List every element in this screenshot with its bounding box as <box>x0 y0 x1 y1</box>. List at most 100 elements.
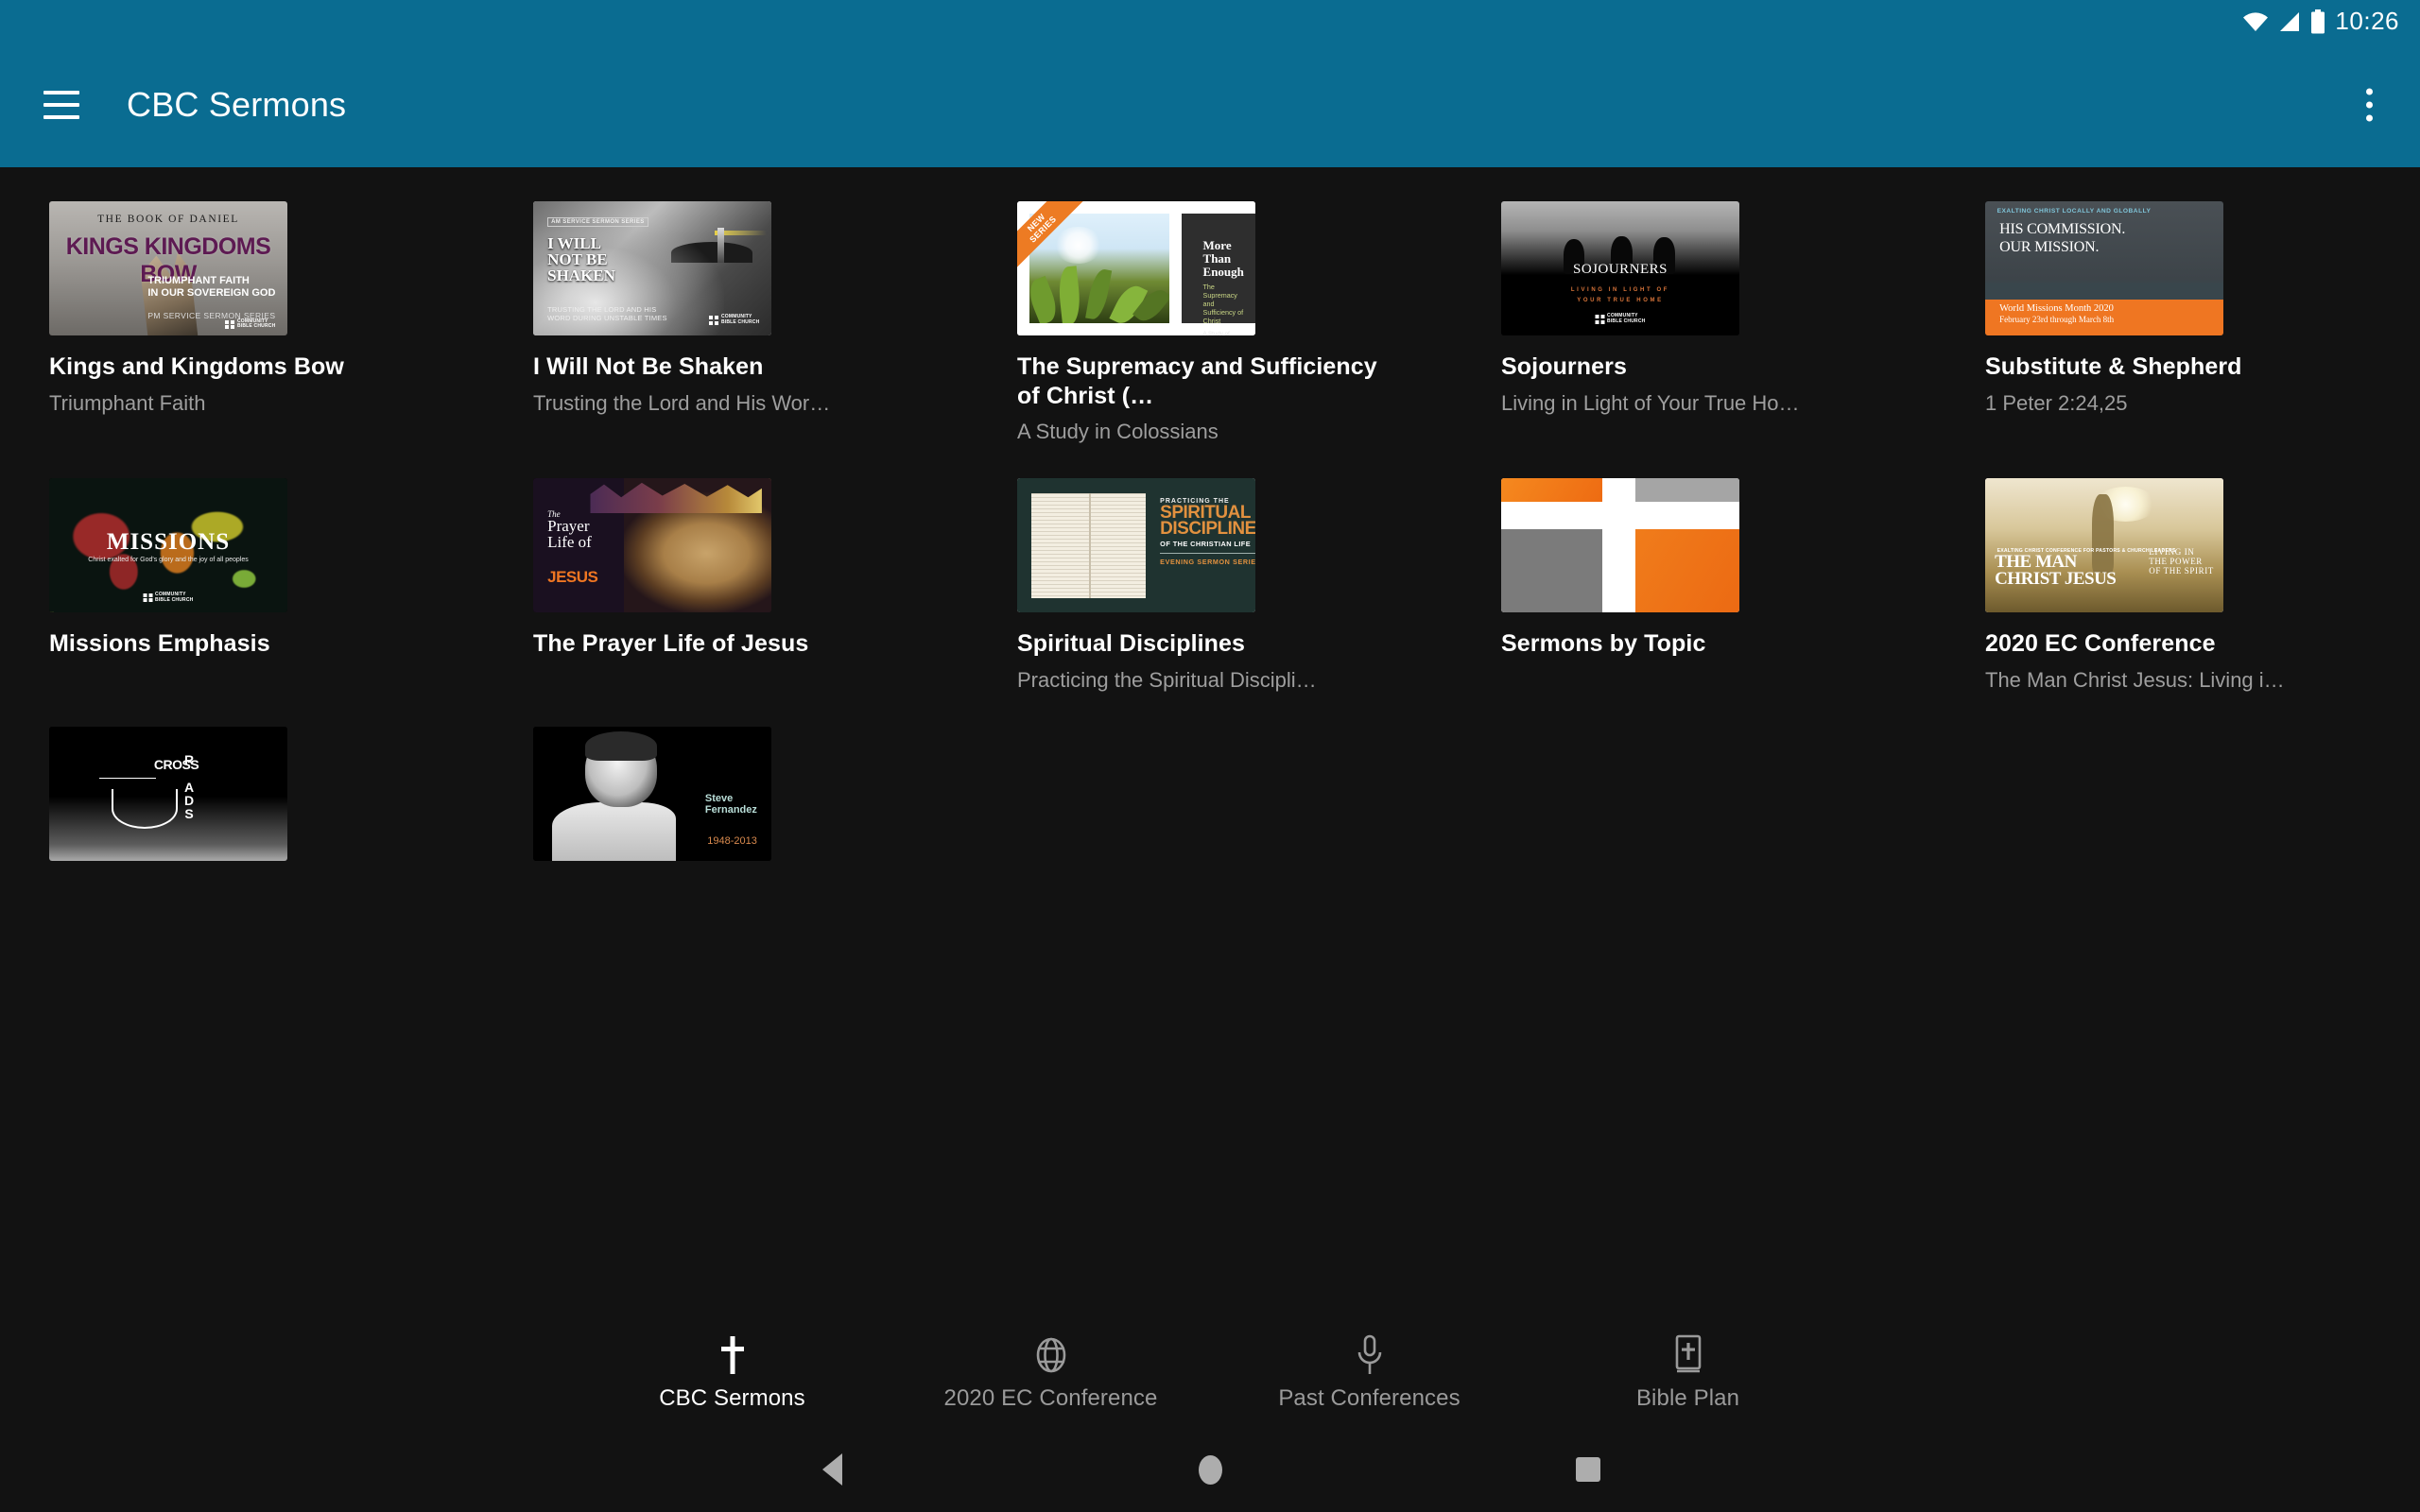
cross-icon <box>717 1333 749 1377</box>
series-card[interactable]: Steve Fernandez 1948-2013 <box>484 727 968 878</box>
series-subtitle: The Man Christ Jesus: Living i… <box>1985 667 2285 692</box>
cbc-logo-icon: COMMUNITY BIBLE CHURCH <box>1595 313 1646 325</box>
series-thumbnail: PRACTICING THE SPIRITUAL DISCIPLINES OF … <box>1017 478 1255 613</box>
page-title: CBC Sermons <box>127 85 347 124</box>
tab-label: CBC Sermons <box>659 1385 805 1411</box>
series-title: Sermons by Topic <box>1501 630 1706 658</box>
crossroads-wordmark-icon: CROSS R ADS <box>153 752 199 822</box>
wifi-icon <box>2242 11 2269 32</box>
series-thumbnail: AM SERVICE SERMON SERIES I WILL NOT BE SHA… <box>533 201 771 335</box>
series-title: Missions Emphasis <box>49 630 270 658</box>
tab-label: Bible Plan <box>1635 1385 1740 1411</box>
series-card[interactable]: EXALTING CHRIST LOCALLY AND GLOBALLY HIS… <box>1936 201 2420 444</box>
series-thumbnail <box>1501 478 1739 613</box>
series-card[interactable]: SOJOURNERS LIVING IN LIGHT OF YOUR TRUE H… <box>1452 201 1936 444</box>
thumb-headline-2: DISCIPLINES <box>1160 519 1255 540</box>
series-title: The Prayer Life of Jesus <box>533 630 809 658</box>
tab-label: Past Conferences <box>1278 1385 1461 1411</box>
back-icon[interactable] <box>799 1436 865 1503</box>
thumb-subline: The Supremacy and Sufficiency of Christ <box>1202 283 1244 326</box>
series-card[interactable]: EXALTING CHRIST CONFERENCE FOR PASTORS &… <box>1936 478 2420 693</box>
series-thumbnail: EXALTING CHRIST LOCALLY AND GLOBALLY HIS… <box>1985 201 2223 335</box>
thumb-tertiary: A Study of Colossians <box>1202 331 1230 335</box>
thumb-band: World Missions Month 2020 February 23rd … <box>1985 299 2223 335</box>
series-thumbnail: Steve Fernandez 1948-2013 <box>533 727 771 862</box>
series-subtitle: Triumphant Faith <box>49 390 206 415</box>
tfc-mark-icon <box>98 778 179 830</box>
thumb-line-1: OF THE CHRISTIAN LIFE <box>1160 540 1252 549</box>
thumb-headline: HIS COMMISSION. OUR MISSION. <box>1999 221 2126 256</box>
thumb-subline: TRUSTING THE LORD AND HIS WORD DURING UNS… <box>547 304 667 323</box>
series-card[interactable]: The Prayer Life of JESUS The Prayer Life … <box>484 478 968 693</box>
thumb-headline: THE MAN CHRIST JESUS <box>1995 551 2117 590</box>
series-title: Kings and Kingdoms Bow <box>49 353 344 380</box>
app-bar: CBC Sermons <box>0 43 2420 167</box>
series-thumbnail: EXALTING CHRIST CONFERENCE FOR PASTORS &… <box>1985 478 2223 613</box>
series-card[interactable]: PRACTICING THE SPIRITUAL DISCIPLINES OF … <box>968 478 1452 693</box>
thumb-tag: AM SERVICE SERMON SERIES <box>547 217 648 228</box>
thumb-line-3: JESUS <box>547 568 598 587</box>
thumb-headline: I WILL NOT BE SHAKEN <box>547 233 615 285</box>
series-grid-scroll[interactable]: THE BOOK OF DANIEL KINGS KINGDOMS BOW TR… <box>0 167 2420 1512</box>
thumb-headline: More Than Enough <box>1202 238 1244 279</box>
cbc-logo-icon: COMMUNITY BIBLE CHURCH <box>709 314 759 326</box>
tab-past-conferences[interactable]: Past Conferences <box>1210 1333 1529 1412</box>
series-thumbnail: The Prayer Life of JESUS <box>533 478 771 613</box>
series-thumbnail: SOJOURNERS LIVING IN LIGHT OF YOUR TRUE H… <box>1501 201 1739 335</box>
series-title: I Will Not Be Shaken <box>533 353 764 380</box>
thumb-subline: Christ exalted for God's glory and the j… <box>88 556 249 563</box>
series-card[interactable]: Sermons by Topic <box>1452 478 1936 693</box>
more-vertical-icon[interactable] <box>2357 79 2382 131</box>
series-title: Sojourners <box>1501 353 1627 380</box>
thumb-headline: SOJOURNERS <box>1572 261 1668 277</box>
thumb-line-1: TRIUMPHANT FAITH IN OUR SOVEREIGN GOD <box>147 275 276 300</box>
series-card[interactable]: More Than Enough The Supremacy and Sufficie… <box>968 201 1452 444</box>
bible-book-icon <box>1671 1333 1705 1377</box>
cellular-signal-icon <box>2278 11 2301 32</box>
series-thumbnail: THE BOOK OF DANIEL KINGS KINGDOMS BOW TR… <box>49 201 287 335</box>
series-grid: THE BOOK OF DANIEL KINGS KINGDOMS BOW TR… <box>0 167 2420 878</box>
thumb-line-2: Prayer Life of <box>547 516 592 551</box>
thumb-line-2: EVENING SERMON SERIES <box>1160 558 1255 567</box>
tab-bible-plan[interactable]: Bible Plan <box>1529 1333 1847 1412</box>
series-subtitle: Trusting the Lord and His Wor… <box>533 390 831 415</box>
series-card[interactable]: MISSIONS Christ exalted for God's glory … <box>0 478 484 693</box>
tab-2020-ec-conference[interactable]: 2020 EC Conference <box>891 1333 1210 1412</box>
home-icon[interactable] <box>1177 1436 1243 1503</box>
bottom-tab-bar: CBC Sermons 2020 EC Conference Past Conf… <box>0 1318 2420 1427</box>
thumb-kicker: EXALTING CHRIST LOCALLY AND GLOBALLY <box>1996 208 2152 215</box>
thumb-kicker: THE BOOK OF DANIEL <box>97 213 239 225</box>
cbc-logo-icon: COMMUNITY BIBLE CHURCH <box>225 318 275 331</box>
status-bar: 10:26 <box>0 0 2420 43</box>
battery-icon <box>2310 9 2325 34</box>
series-subtitle: Living in Light of Your True Ho… <box>1501 390 1800 415</box>
thumb-name: Steve Fernandez <box>704 793 757 816</box>
series-thumbnail: CROSS R ADS <box>49 727 287 862</box>
hamburger-menu-icon[interactable] <box>32 76 91 134</box>
tab-label: 2020 EC Conference <box>943 1385 1158 1411</box>
series-card[interactable]: THE BOOK OF DANIEL KINGS KINGDOMS BOW TR… <box>0 201 484 444</box>
microphone-icon <box>1354 1333 1386 1377</box>
series-title: Spiritual Disciplines <box>1017 630 1246 658</box>
cbc-logo-icon: COMMUNITY BIBLE CHURCH <box>143 592 194 604</box>
series-title: 2020 EC Conference <box>1985 630 2216 658</box>
series-thumbnail: More Than Enough The Supremacy and Sufficie… <box>1017 201 1255 335</box>
status-bar-clock: 10:26 <box>2335 7 2399 35</box>
series-title: Substitute & Shepherd <box>1985 353 2242 380</box>
series-card[interactable]: CROSS R ADS <box>0 727 484 878</box>
series-card[interactable]: AM SERVICE SERMON SERIES I WILL NOT BE SHA… <box>484 201 968 444</box>
tab-cbc-sermons[interactable]: CBC Sermons <box>573 1333 891 1412</box>
series-subtitle: 1 Peter 2:24,25 <box>1985 390 2128 415</box>
new-series-badge: NEW SERIES <box>1017 201 1089 273</box>
thumb-years: 1948-2013 <box>707 834 757 847</box>
thumb-headline: MISSIONS <box>106 529 231 556</box>
series-title: The Supremacy and Sufficiency of Christ … <box>1017 353 1377 409</box>
series-subtitle: Practicing the Spiritual Discipli… <box>1017 667 1317 692</box>
android-navigation-bar <box>0 1427 2420 1512</box>
series-thumbnail: MISSIONS Christ exalted for God's glory … <box>49 478 287 613</box>
globe-icon <box>1031 1333 1071 1377</box>
series-subtitle: A Study in Colossians <box>1017 420 1219 443</box>
thumb-subline: LIVING IN LIGHT OF YOUR TRUE HOME <box>1570 287 1670 304</box>
recents-icon[interactable] <box>1555 1436 1621 1503</box>
thumb-side-text: LIVING IN THE POWER OF THE SPIRIT <box>2149 546 2214 576</box>
